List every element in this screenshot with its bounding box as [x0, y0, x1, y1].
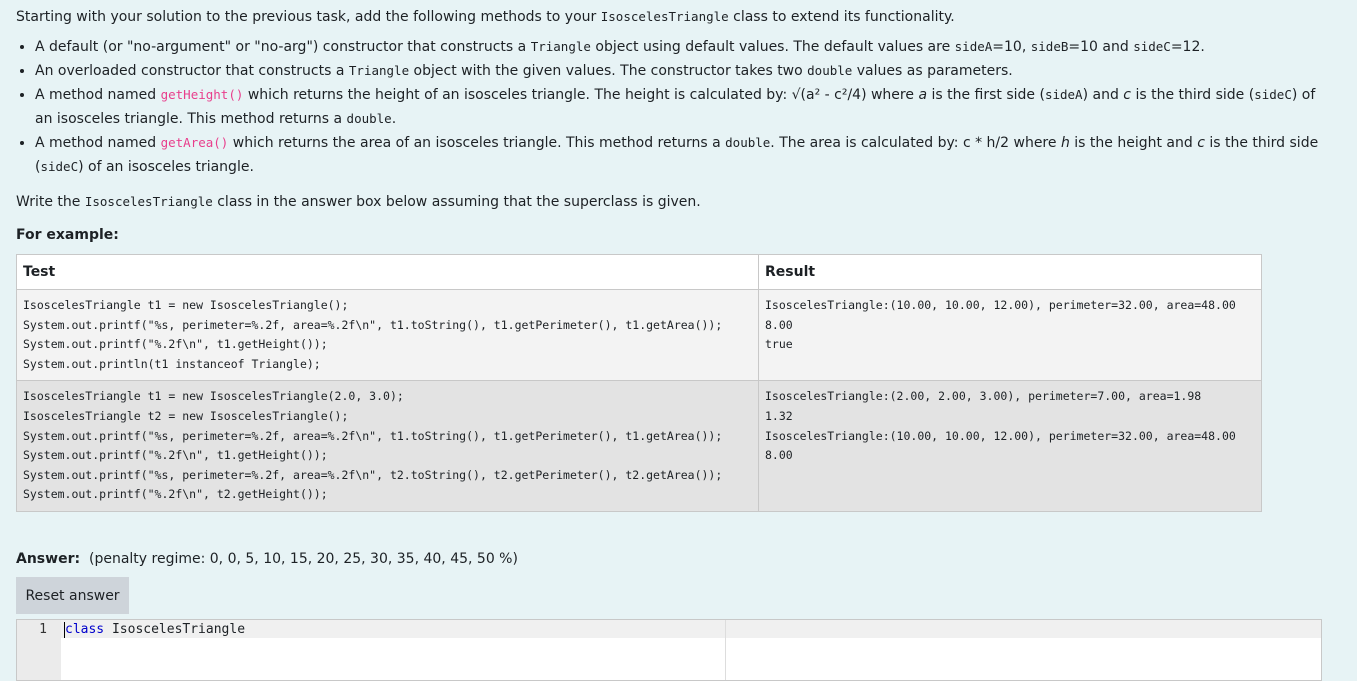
- intro-text: Starting with your solution to the previ…: [16, 9, 601, 25]
- intro-classname: IsoscelesTriangle: [600, 9, 729, 24]
- for-example-heading: For example:: [16, 227, 119, 243]
- result-column-header: Result: [758, 254, 1262, 290]
- examples-table: Test Result IsoscelesTriangle t1 = new I…: [16, 254, 1262, 512]
- code-keyword: class: [65, 622, 105, 637]
- table-row: IsoscelesTriangle t1 = new IsoscelesTria…: [16, 288, 1262, 382]
- penalty-regime: (penalty regime: 0, 0, 5, 10, 15, 20, 25…: [88, 551, 518, 567]
- write-instruction: Write the IsoscelesTriangle class in the…: [16, 194, 701, 210]
- requirement-item: A method named getHeight() which returns…: [35, 83, 1335, 131]
- requirement-item: An overloaded constructor that construct…: [35, 59, 1335, 83]
- reset-answer-button[interactable]: Reset answer: [16, 577, 129, 614]
- text-cursor: [64, 622, 65, 638]
- code-classname: IsoscelesTriangle: [104, 622, 246, 637]
- test-column-header: Test: [16, 254, 759, 290]
- test-cell: IsoscelesTriangle t1 = new IsoscelesTria…: [16, 288, 759, 382]
- print-margin: [725, 620, 726, 680]
- line-number: 1: [39, 622, 47, 637]
- code-editor[interactable]: 1 class IsoscelesTriangle: [16, 619, 1322, 681]
- table-row: IsoscelesTriangle t1 = new IsoscelesTria…: [16, 380, 1262, 512]
- intro-suffix: class to extend its functionality.: [728, 9, 955, 25]
- active-line-highlight: [61, 620, 1321, 638]
- code-line[interactable]: class IsoscelesTriangle: [65, 622, 245, 637]
- result-cell: IsoscelesTriangle:(10.00, 10.00, 12.00),…: [758, 288, 1262, 382]
- requirements-list: A default (or "no-argument" or "no-arg")…: [16, 35, 1335, 179]
- answer-label: Answer: (penalty regime: 0, 0, 5, 10, 15…: [16, 551, 518, 567]
- requirement-item: A method named getArea() which returns t…: [35, 131, 1335, 179]
- question-intro: Starting with your solution to the previ…: [16, 7, 955, 27]
- test-cell: IsoscelesTriangle t1 = new IsoscelesTria…: [16, 380, 759, 512]
- answer-heading: Answer:: [16, 551, 81, 567]
- line-gutter: 1: [17, 620, 61, 680]
- result-cell: IsoscelesTriangle:(2.00, 2.00, 3.00), pe…: [758, 380, 1262, 512]
- requirement-item: A default (or "no-argument" or "no-arg")…: [35, 35, 1335, 59]
